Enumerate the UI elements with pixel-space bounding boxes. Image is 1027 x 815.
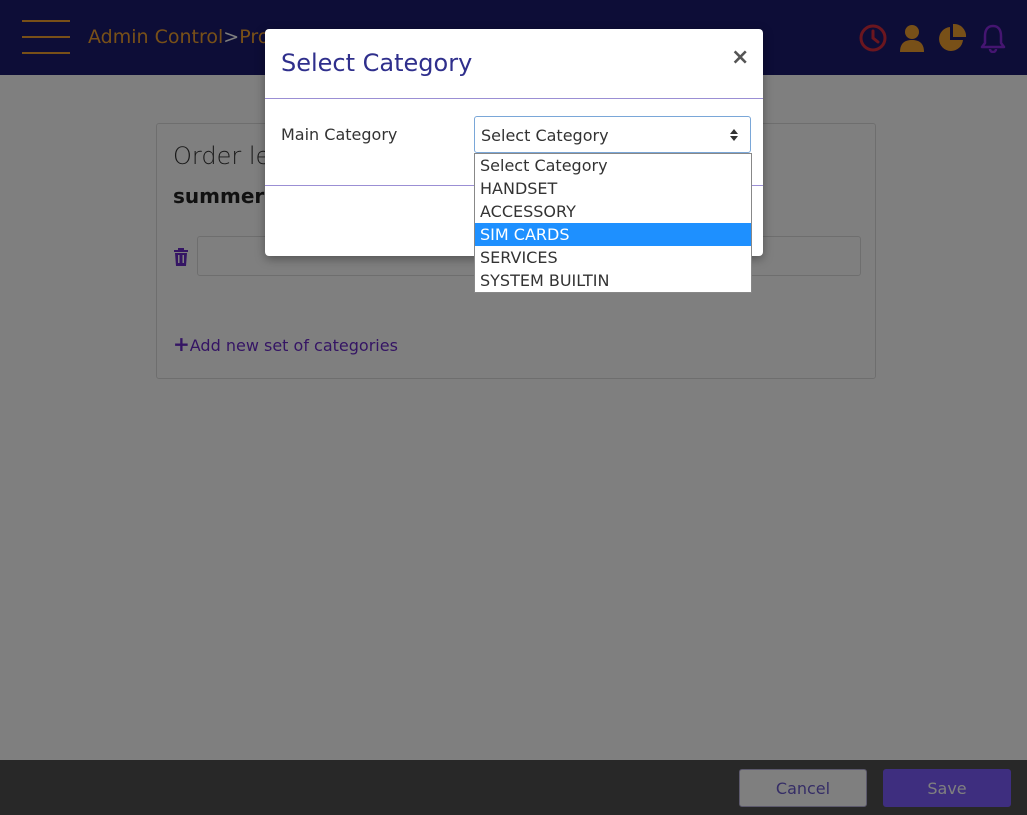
option-handset[interactable]: HANDSET [475,177,751,200]
option-system-builtin[interactable]: SYSTEM BUILTIN [475,269,751,292]
option-accessory[interactable]: ACCESSORY [475,200,751,223]
main-category-select[interactable]: Select Category [474,116,751,153]
category-dropdown-list: Select Category HANDSET ACCESSORY SIM CA… [474,153,752,293]
option-sim-cards[interactable]: SIM CARDS [475,223,751,246]
option-select-category[interactable]: Select Category [475,154,751,177]
modal-header-divider [265,98,763,99]
main-category-label: Main Category [281,125,398,144]
modal-title: Select Category [281,49,473,77]
select-current-value: Select Category [481,126,609,145]
option-services[interactable]: SERVICES [475,246,751,269]
close-icon[interactable]: × [731,45,749,70]
sort-caret-icon [730,129,738,141]
